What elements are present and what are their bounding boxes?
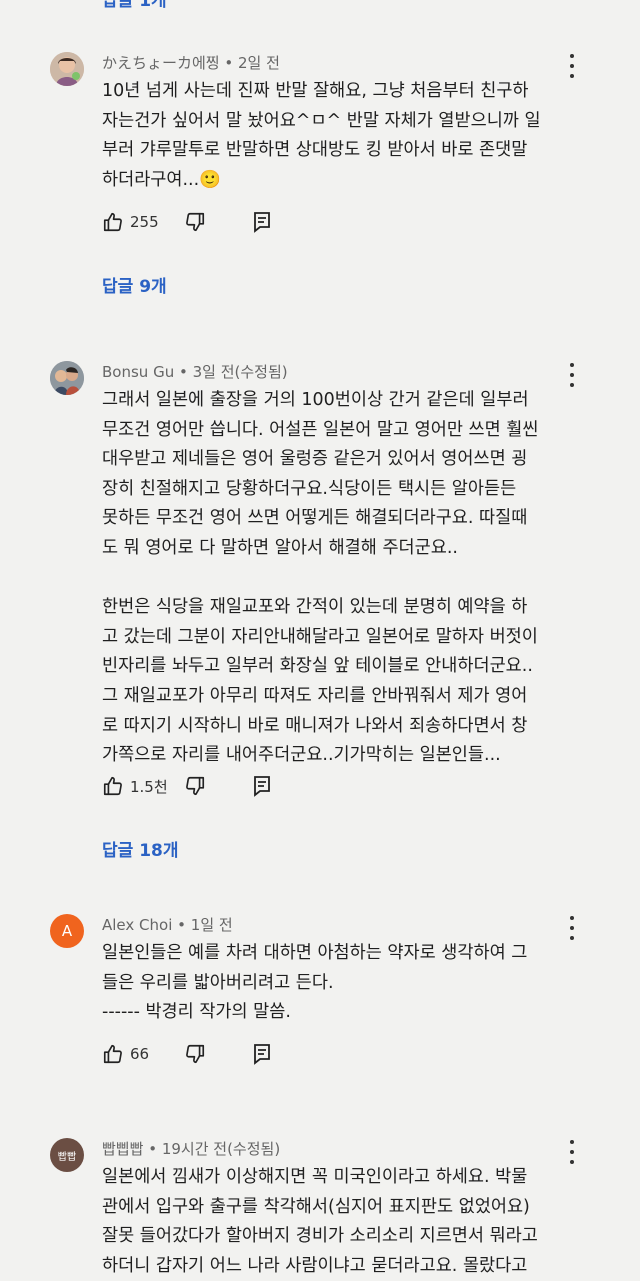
comment-time: 3일 전(수정됨) — [192, 363, 288, 381]
comment-line — [102, 564, 572, 594]
comment-actions: 66 — [102, 1042, 272, 1066]
like-icon[interactable] — [102, 1043, 124, 1065]
comment-line: 빈자리를 놔두고 일부러 화장실 앞 테이블로 안내하더군요.. — [102, 656, 533, 677]
comment-line: 도 뭐 영어로 다 말하면 알아서 해결해 주더군요.. — [102, 537, 458, 558]
author-name[interactable]: Alex Choi — [102, 916, 172, 934]
reply-icon[interactable] — [252, 775, 272, 797]
avatar-letter: A — [61, 922, 73, 940]
like-icon[interactable] — [102, 775, 124, 797]
comment-line: 일본인들은 예를 차려 대하면 아첨하는 약자로 생각하여 그 — [102, 943, 528, 963]
comment-meta: 빱삡빱 • 19시간 전(수정됨) — [102, 1138, 280, 1159]
author-name[interactable]: 빱삡빱 — [102, 1140, 143, 1158]
like-count: 255 — [130, 213, 159, 231]
comment-time: 1일 전 — [190, 916, 233, 934]
avatar[interactable]: A — [50, 914, 84, 948]
avatar[interactable] — [50, 52, 84, 86]
comment-line: 10년 넘게 사는데 진짜 반말 잘해요, 그냥 처음부터 친구하 — [102, 81, 529, 101]
comment-text: 일본에서 낌새가 이상해지면 꼭 미국인이라고 하세요. 박물 관에서 입구와 … — [102, 1163, 572, 1281]
comment-line: 못하든 무조건 영어 쓰면 어떻게든 해결되더라구요. 따질때 — [102, 508, 528, 529]
comment-actions: 1.5천 — [102, 774, 272, 798]
comment-line: 잘못 들어갔다가 할아버지 경비가 소리소리 지르면서 뭐라고 — [102, 1226, 538, 1247]
dislike-icon[interactable] — [184, 211, 206, 233]
comment-line: 그 재일교포가 아무리 따져도 자리를 안바꿔줘서 제가 영어 — [102, 685, 528, 706]
comment-line: 들은 우리를 밟아버리려고 든다. — [102, 972, 334, 993]
avatar-letter: 빱빱 — [57, 1151, 77, 1163]
comment-line: 대우받고 제네들은 영어 울렁증 같은거 있어서 영어쓰면 굉 — [102, 449, 528, 470]
comment-line: 하더니 갑자기 어느 나라 사람이냐고 묻더라고요. 몰랐다고 — [102, 1255, 528, 1276]
comment-line: 그래서 일본에 출장을 거의 100번이상 간거 같은데 일부러 — [102, 390, 529, 410]
comment-meta: Alex Choi • 1일 전 — [102, 914, 233, 935]
avatar[interactable] — [50, 361, 84, 395]
reply-icon[interactable] — [252, 211, 272, 233]
comment-line: 로 따지기 시작하니 바로 매니져가 나와서 죄송하다면서 창 — [102, 715, 528, 736]
reply-icon[interactable] — [252, 1043, 272, 1065]
comment-line: 장히 친절해지고 당황하더구요.식당이든 택시든 알아듣든 — [102, 478, 517, 499]
comment-line: 일본에서 낌새가 이상해지면 꼭 미국인이라고 하세요. 박물 — [102, 1167, 528, 1187]
comment-line: 무조건 영어만 씁니다. 어설픈 일본어 말고 영어만 쓰면 훨씬 — [102, 419, 539, 440]
like-icon[interactable] — [102, 211, 124, 233]
author-name[interactable]: かえちょーカ에찡 — [102, 54, 220, 72]
avatar[interactable]: 빱빱 — [50, 1138, 84, 1172]
meta-separator: • — [177, 916, 191, 934]
comment-line: 가쪽으로 자리를 내어주더군요..기가막히는 일본인들... — [102, 745, 501, 766]
meta-separator: • — [224, 54, 239, 72]
comment-line: 관에서 입구와 출구를 착각해서(심지어 표지판도 없었어요) — [102, 1196, 530, 1217]
reply-count-link[interactable]: 답글 1개 — [102, 0, 167, 11]
comment-text: 그래서 일본에 출장을 거의 100번이상 간거 같은데 일부러 무조건 영어만… — [102, 386, 572, 771]
replies-toggle[interactable]: 답글 18개 — [102, 836, 179, 861]
comment-actions: 255 — [102, 210, 272, 234]
dislike-icon[interactable] — [184, 1043, 206, 1065]
comment-meta: Bonsu Gu • 3일 전(수정됨) — [102, 361, 288, 382]
comment-text: 일본인들은 예를 차려 대하면 아첨하는 약자로 생각하여 그 들은 우리를 밟… — [102, 939, 572, 1028]
like-count: 1.5천 — [130, 777, 168, 796]
comment-line: ------ 박경리 작가의 말씀. — [102, 1002, 291, 1023]
comment-meta: かえちょーカ에찡 • 2일 전 — [102, 52, 280, 73]
comment-line: 부러 갸루말투로 반말하면 상대방도 킹 받아서 바로 존댓말 — [102, 140, 528, 161]
dislike-icon[interactable] — [184, 775, 206, 797]
comment-time: 19시간 전(수정됨) — [161, 1140, 281, 1158]
meta-separator: • — [148, 1140, 162, 1158]
more-vert-icon[interactable] — [566, 54, 578, 78]
like-count: 66 — [130, 1045, 150, 1063]
comment-text: 10년 넘게 사는데 진짜 반말 잘해요, 그냥 처음부터 친구하 자는건가 싶… — [102, 77, 572, 195]
author-name[interactable]: Bonsu Gu — [102, 363, 174, 381]
meta-separator: • — [178, 363, 193, 381]
comment-time: 2일 전 — [238, 54, 280, 72]
comment-line: 한번은 식당을 재일교포와 간적이 있는데 분명히 예약을 하 — [102, 597, 528, 618]
more-vert-icon[interactable] — [566, 1140, 578, 1164]
replies-toggle[interactable]: 답글 9개 — [102, 272, 167, 297]
comment-line: 하더라구여...🙂 — [102, 169, 221, 190]
more-vert-icon[interactable] — [566, 363, 578, 387]
comment-line: 고 갔는데 그분이 자리안내해달라고 일본어로 말하자 버젓이 — [102, 626, 538, 647]
comment-line: 자는건가 싶어서 말 놨어요^ㅁ^ 반말 자체가 열받으니까 일 — [102, 110, 541, 131]
more-vert-icon[interactable] — [566, 916, 578, 940]
